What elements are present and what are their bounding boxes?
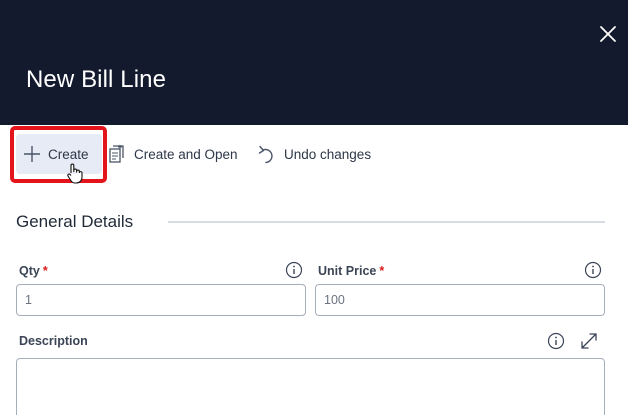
- create-and-open-label: Create and Open: [134, 146, 238, 162]
- close-button[interactable]: [596, 22, 620, 46]
- toolbar: Create Create and Open Undo changes: [0, 125, 628, 185]
- qty-required-marker: *: [42, 264, 48, 278]
- undo-changes-label: Undo changes: [284, 146, 372, 162]
- create-button[interactable]: Create: [16, 134, 102, 174]
- create-button-label: Create: [48, 146, 89, 162]
- description-info-icon[interactable]: [547, 332, 565, 350]
- description-textarea[interactable]: [16, 358, 605, 415]
- hand-cursor-icon: [67, 163, 83, 184]
- unit-price-info-icon[interactable]: [584, 261, 602, 279]
- expand-icon[interactable]: [580, 332, 598, 350]
- unit-price-required-marker: *: [379, 264, 385, 278]
- plus-icon: [24, 146, 40, 162]
- dialog-title: New Bill Line: [26, 66, 167, 93]
- qty-info-icon[interactable]: [285, 261, 303, 279]
- section-divider: [168, 221, 605, 223]
- qty-input[interactable]: [16, 284, 306, 316]
- dialog-header: New Bill Line: [0, 0, 628, 125]
- qty-label: Qty *: [19, 264, 48, 278]
- qty-label-text: Qty: [19, 264, 40, 278]
- description-label: Description: [19, 334, 88, 348]
- unit-price-label-text: Unit Price: [318, 264, 377, 278]
- unit-price-label: Unit Price *: [318, 264, 384, 278]
- undo-icon: [258, 145, 273, 164]
- create-and-open-button[interactable]: Create and Open: [108, 142, 238, 166]
- close-icon: [600, 26, 616, 42]
- unit-price-input[interactable]: [315, 284, 605, 316]
- section-title: General Details: [16, 212, 134, 231]
- undo-changes-button[interactable]: Undo changes: [258, 142, 371, 166]
- create-open-icon: [109, 145, 124, 163]
